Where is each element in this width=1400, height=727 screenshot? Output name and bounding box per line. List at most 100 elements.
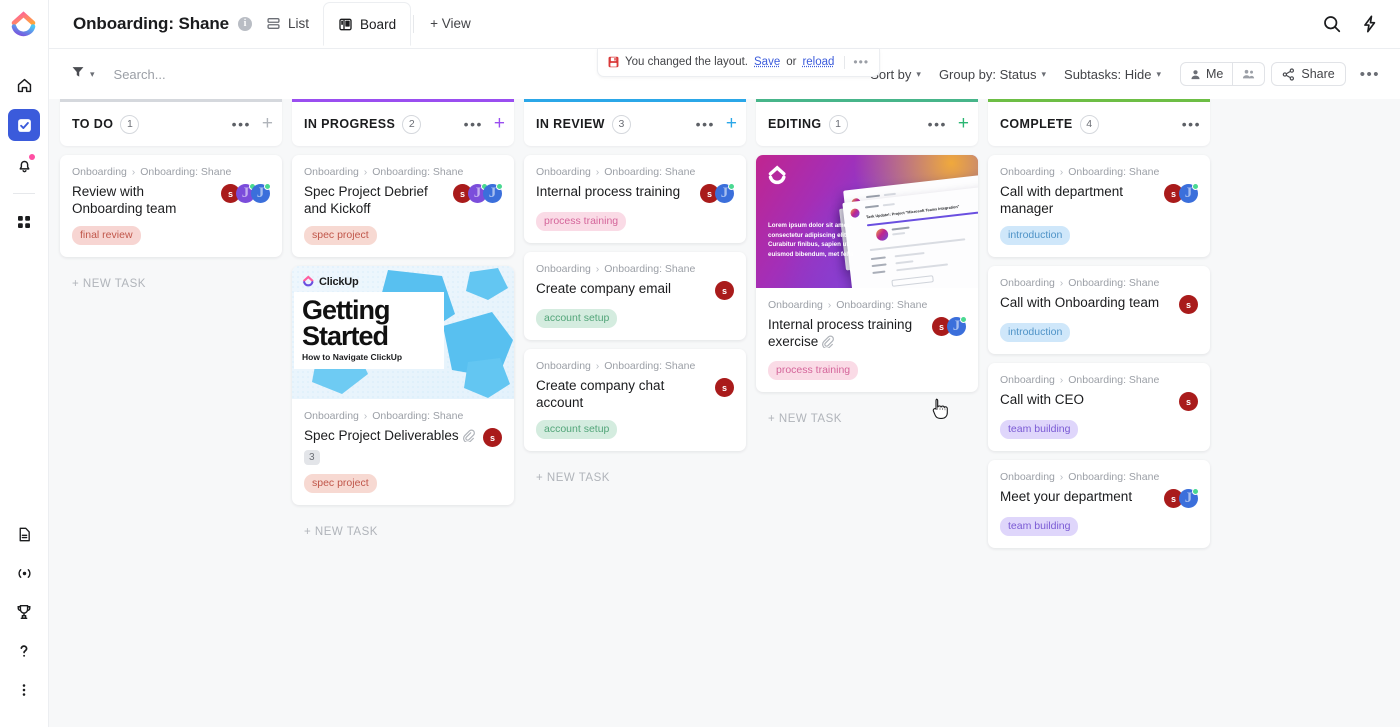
breadcrumb-space[interactable]: Onboarding <box>72 166 127 178</box>
assignee-avatars[interactable]: sJJ <box>453 183 503 203</box>
assignee-avatars[interactable]: sJ <box>1164 488 1199 508</box>
task-card[interactable]: Onboarding › Onboarding: Shane Create com… <box>524 349 746 451</box>
filter-me-button[interactable]: Me <box>1180 62 1234 86</box>
sidebar-item-more[interactable] <box>8 674 40 706</box>
avatar[interactable]: J <box>251 183 271 203</box>
sidebar-item-tasks[interactable] <box>8 109 40 141</box>
task-tag[interactable]: account setup <box>536 420 618 439</box>
assignee-avatars[interactable]: s <box>715 280 734 300</box>
filter-funnel-icon[interactable] <box>71 65 85 84</box>
lightning-bolt-icon[interactable] <box>1360 14 1380 34</box>
column-more-button[interactable]: ••• <box>232 117 251 131</box>
task-tag[interactable]: account setup <box>536 309 618 328</box>
add-view-button[interactable]: + View <box>416 0 485 48</box>
search-icon[interactable] <box>1322 14 1342 34</box>
tab-list[interactable]: List <box>252 0 323 48</box>
breadcrumb-list[interactable]: Onboarding: Shane <box>1068 374 1159 386</box>
avatar[interactable]: s <box>1179 392 1198 411</box>
breadcrumb-space[interactable]: Onboarding <box>536 263 591 275</box>
breadcrumb-list[interactable]: Onboarding: Shane <box>372 166 463 178</box>
share-button[interactable]: Share <box>1271 62 1346 86</box>
task-tag[interactable]: final review <box>72 226 141 245</box>
sidebar-item-broadcast[interactable] <box>8 557 40 589</box>
column-add-task-button[interactable]: + <box>726 114 737 133</box>
task-tag[interactable]: process training <box>536 212 627 231</box>
avatar[interactable]: J <box>483 183 503 203</box>
assignee-avatars[interactable]: s <box>1179 391 1198 411</box>
sidebar-item-goals[interactable] <box>8 596 40 628</box>
avatar[interactable]: J <box>1179 183 1199 203</box>
task-card[interactable]: Onboarding › Onboarding: Shane Internal p… <box>524 155 746 243</box>
breadcrumb-space[interactable]: Onboarding <box>768 299 823 311</box>
breadcrumb-list[interactable]: Onboarding: Shane <box>836 299 927 311</box>
app-logo[interactable] <box>0 0 48 49</box>
new-task-button[interactable]: + NEW TASK <box>756 401 978 425</box>
task-tag[interactable]: spec project <box>304 226 377 245</box>
task-tag[interactable]: introduction <box>1000 323 1071 342</box>
sidebar-item-dashboards[interactable] <box>8 206 40 238</box>
task-tag[interactable]: team building <box>1000 420 1079 439</box>
breadcrumb-space[interactable]: Onboarding <box>304 166 359 178</box>
task-tag[interactable]: spec project <box>304 474 377 493</box>
breadcrumb-list[interactable]: Onboarding: Shane <box>604 263 695 275</box>
task-card[interactable]: Task Update!: Project "Microsoft Teams I… <box>756 155 978 392</box>
avatar[interactable]: s <box>715 281 734 300</box>
sidebar-item-docs[interactable] <box>8 518 40 550</box>
breadcrumb-space[interactable]: Onboarding <box>1000 374 1055 386</box>
breadcrumb-space[interactable]: Onboarding <box>536 166 591 178</box>
breadcrumb-list[interactable]: Onboarding: Shane <box>1068 277 1159 289</box>
task-tag[interactable]: team building <box>1000 517 1079 536</box>
column-more-button[interactable]: ••• <box>696 117 715 131</box>
breadcrumb-list[interactable]: Onboarding: Shane <box>1068 166 1159 178</box>
task-card[interactable]: ClickUp Getting Started How to Navigate Cli… <box>292 266 514 505</box>
assignee-avatars[interactable]: s <box>483 427 502 447</box>
avatar[interactable]: J <box>947 316 967 336</box>
task-card[interactable]: Onboarding › Onboarding: Shane Call with … <box>988 155 1210 257</box>
breadcrumb-list[interactable]: Onboarding: Shane <box>372 410 463 422</box>
avatar[interactable]: J <box>1179 488 1199 508</box>
avatar[interactable]: J <box>715 183 735 203</box>
breadcrumb-space[interactable]: Onboarding <box>1000 471 1055 483</box>
avatar[interactable]: s <box>483 428 502 447</box>
toast-reload-link[interactable]: reload <box>802 56 834 68</box>
breadcrumb-space[interactable]: Onboarding <box>304 410 359 422</box>
column-more-button[interactable]: ••• <box>464 117 483 131</box>
filter-assignees-button[interactable] <box>1233 62 1266 86</box>
breadcrumb-list[interactable]: Onboarding: Shane <box>604 166 695 178</box>
toolbar-more-button[interactable]: ••• <box>1356 66 1384 83</box>
task-card[interactable]: Onboarding › Onboarding: Shane Create com… <box>524 252 746 340</box>
assignee-avatars[interactable]: sJJ <box>221 183 271 203</box>
assignee-avatars[interactable]: s <box>1179 294 1198 314</box>
toast-save-link[interactable]: Save <box>754 56 780 68</box>
sidebar-item-notifications[interactable] <box>8 149 40 181</box>
assignee-avatars[interactable]: sJ <box>1164 183 1199 203</box>
task-tag[interactable]: process training <box>768 361 859 380</box>
task-card[interactable]: Onboarding › Onboarding: Shane Call with … <box>988 266 1210 354</box>
task-card[interactable]: Onboarding › Onboarding: Shane Review wit… <box>60 155 282 257</box>
column-more-button[interactable]: ••• <box>928 117 947 131</box>
column-add-task-button[interactable]: + <box>958 114 969 133</box>
sidebar-item-help[interactable] <box>8 635 40 667</box>
group-by-button[interactable]: Group by: Status ▾ <box>930 62 1055 87</box>
assignee-avatars[interactable]: s <box>715 377 734 397</box>
assignee-avatars[interactable]: sJ <box>700 183 735 203</box>
task-card[interactable]: Onboarding › Onboarding: Shane Call with … <box>988 363 1210 451</box>
search-input[interactable]: Search... <box>114 67 166 82</box>
breadcrumb-space[interactable]: Onboarding <box>1000 166 1055 178</box>
column-more-button[interactable]: ••• <box>1182 117 1201 131</box>
sidebar-item-home[interactable] <box>8 69 40 101</box>
avatar[interactable]: s <box>1179 295 1198 314</box>
avatar[interactable]: s <box>715 378 734 397</box>
new-task-button[interactable]: + NEW TASK <box>60 266 282 290</box>
breadcrumb-list[interactable]: Onboarding: Shane <box>604 360 695 372</box>
info-icon[interactable]: i <box>238 16 253 31</box>
new-task-button[interactable]: + NEW TASK <box>292 514 514 538</box>
task-card[interactable]: Onboarding › Onboarding: Shane Meet your … <box>988 460 1210 548</box>
column-add-task-button[interactable]: + <box>262 114 273 133</box>
assignee-avatars[interactable]: sJ <box>932 316 967 336</box>
task-tag[interactable]: introduction <box>1000 226 1071 245</box>
subtask-count-badge[interactable]: 3 <box>304 450 320 465</box>
tab-board[interactable]: Board <box>323 2 412 46</box>
new-task-button[interactable]: + NEW TASK <box>524 460 746 484</box>
task-card[interactable]: Onboarding › Onboarding: Shane Spec Proje… <box>292 155 514 257</box>
